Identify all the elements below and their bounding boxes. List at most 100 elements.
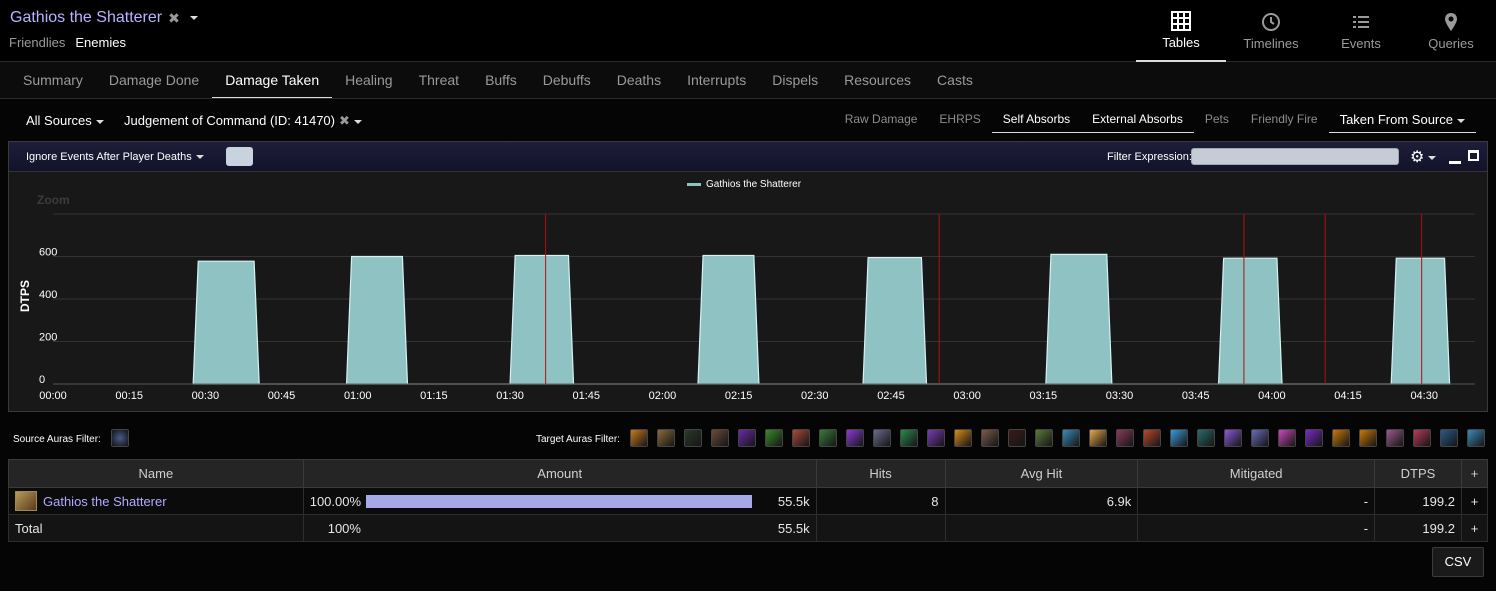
target-aura-icon[interactable] — [1143, 429, 1161, 447]
ignore-deaths-select[interactable]: Ignore Events After Player Deaths — [26, 151, 204, 163]
remove-ability-icon[interactable]: ✖ — [339, 113, 350, 128]
target-aura-icon[interactable] — [900, 429, 918, 447]
fight-title[interactable]: Gathios the Shatterer ✖ — [10, 9, 198, 27]
target-aura-icon[interactable] — [630, 429, 648, 447]
tab-buffs[interactable]: Buffs — [472, 62, 530, 98]
remove-fight-icon[interactable]: ✖ — [168, 10, 180, 27]
target-aura-icon[interactable] — [1440, 429, 1458, 447]
tab-threat[interactable]: Threat — [406, 62, 472, 98]
target-aura-icon[interactable] — [1359, 429, 1377, 447]
col-dtps[interactable]: DTPS — [1374, 459, 1462, 488]
amount-cell-content: 100.00% 55.5k — [310, 494, 810, 509]
target-aura-icon[interactable] — [927, 429, 945, 447]
source-aura-icon[interactable] — [111, 429, 129, 447]
filter-expression-label: Filter Expression: — [1107, 151, 1192, 163]
expand-row-button[interactable]: + — [1460, 487, 1489, 515]
tab-damage-done[interactable]: Damage Done — [96, 62, 212, 98]
toggle-pets[interactable]: Pets — [1194, 109, 1240, 133]
chevron-down-icon[interactable] — [353, 119, 362, 124]
enemies-link[interactable]: Enemies — [75, 35, 126, 50]
target-aura-icon[interactable] — [792, 429, 810, 447]
target-aura-icon[interactable] — [819, 429, 837, 447]
ability-filter[interactable]: Judgement of Command (ID: 41470) ✖ — [124, 113, 362, 129]
minimize-icon[interactable] — [1449, 150, 1461, 164]
chevron-down-icon[interactable] — [189, 16, 198, 20]
target-aura-icon[interactable] — [1116, 429, 1134, 447]
tab-casts[interactable]: Casts — [924, 62, 986, 98]
toggle-self-absorbs[interactable]: Self Absorbs — [991, 109, 1082, 133]
dtps-chart[interactable]: 0 200 400 600 DTPS Zoom Gathios the Shatterer 0… — [9, 172, 1487, 412]
target-aura-icon[interactable] — [1305, 429, 1323, 447]
tab-debuffs[interactable]: Debuffs — [530, 62, 604, 98]
friendlies-link[interactable]: Friendlies — [9, 35, 65, 50]
filter-expression-input[interactable] — [1191, 148, 1399, 165]
actor-name[interactable]: Gathios the Shatterer — [43, 494, 167, 509]
view-queries[interactable]: Queries — [1406, 0, 1496, 62]
target-aura-icon[interactable] — [684, 429, 702, 447]
tab-resources[interactable]: Resources — [831, 62, 924, 98]
tab-deaths[interactable]: Deaths — [604, 62, 674, 98]
legend-label[interactable]: Gathios the Shatterer — [706, 179, 802, 190]
toggle-ehrps[interactable]: EHRPS — [928, 109, 991, 133]
target-aura-icon[interactable] — [1062, 429, 1080, 447]
col-expand[interactable]: + — [1460, 459, 1489, 488]
gear-icon[interactable]: ⚙ — [1410, 147, 1437, 167]
chevron-down-icon — [1428, 155, 1437, 160]
toggle-external-absorbs[interactable]: External Absorbs — [1081, 109, 1194, 133]
target-aura-icon[interactable] — [1332, 429, 1350, 447]
col-mitigated[interactable]: Mitigated — [1137, 459, 1376, 488]
x-tick-label: 00:30 — [192, 390, 220, 402]
tab-dispels[interactable]: Dispels — [759, 62, 831, 98]
target-aura-icon[interactable] — [1035, 429, 1053, 447]
target-aura-icon[interactable] — [1089, 429, 1107, 447]
target-aura-icon[interactable] — [1251, 429, 1269, 447]
maximize-icon[interactable] — [1468, 150, 1479, 161]
target-aura-icon[interactable] — [954, 429, 972, 447]
table-row[interactable]: Gathios the Shatterer 100.00% 55.5k 8 6.… — [8, 487, 1489, 515]
name-cell-content[interactable]: Gathios the Shatterer — [15, 491, 297, 511]
name-cell[interactable]: Gathios the Shatterer — [8, 487, 304, 515]
target-aura-icon[interactable] — [711, 429, 729, 447]
toggle-friendly-fire[interactable]: Friendly Fire — [1240, 109, 1329, 133]
tab-interrupts[interactable]: Interrupts — [674, 62, 759, 98]
fight-title-text[interactable]: Gathios the Shatterer — [10, 9, 162, 27]
series-area[interactable] — [192, 253, 1451, 385]
toggle-raw-damage[interactable]: Raw Damage — [834, 109, 929, 133]
col-avg-hit[interactable]: Avg Hit — [944, 459, 1139, 488]
csv-export-button[interactable]: CSV — [1432, 547, 1484, 577]
source-select[interactable]: All Sources — [26, 113, 104, 128]
taken-from-source-select[interactable]: Taken From Source — [1328, 109, 1476, 133]
target-aura-icon[interactable] — [1008, 429, 1026, 447]
target-aura-icon[interactable] — [1386, 429, 1404, 447]
zoom-label[interactable]: Zoom — [37, 193, 70, 207]
col-amount[interactable]: Amount — [302, 459, 817, 488]
target-aura-icon[interactable] — [873, 429, 891, 447]
target-aura-icon[interactable] — [981, 429, 999, 447]
view-timelines[interactable]: Timelines — [1226, 0, 1316, 62]
target-aura-icon[interactable] — [1413, 429, 1431, 447]
target-aura-icon[interactable] — [846, 429, 864, 447]
target-aura-icon[interactable] — [1278, 429, 1296, 447]
y-tick-label: 200 — [39, 332, 57, 344]
list-icon — [1353, 15, 1369, 28]
x-tick-label: 03:45 — [1182, 390, 1210, 402]
total-avg-hit-cell — [944, 514, 1139, 542]
x-tick-label: 04:30 — [1410, 390, 1438, 402]
table-icon — [1171, 10, 1191, 31]
target-aura-icon[interactable] — [1224, 429, 1242, 447]
target-aura-icon[interactable] — [657, 429, 675, 447]
target-aura-icon[interactable] — [765, 429, 783, 447]
target-aura-icon[interactable] — [1467, 429, 1485, 447]
filter-toggle-box[interactable] — [226, 147, 253, 166]
target-aura-icon[interactable] — [1170, 429, 1188, 447]
tab-damage-taken[interactable]: Damage Taken — [212, 62, 333, 98]
expand-total-button[interactable]: + — [1460, 514, 1489, 542]
target-aura-icon[interactable] — [1197, 429, 1215, 447]
col-name[interactable]: Name — [8, 459, 304, 488]
tab-healing[interactable]: Healing — [332, 62, 405, 98]
tab-summary[interactable]: Summary — [10, 62, 96, 98]
col-hits[interactable]: Hits — [815, 459, 946, 488]
target-aura-icon[interactable] — [738, 429, 756, 447]
view-events[interactable]: Events — [1316, 0, 1406, 62]
view-tables[interactable]: Tables — [1136, 0, 1226, 62]
